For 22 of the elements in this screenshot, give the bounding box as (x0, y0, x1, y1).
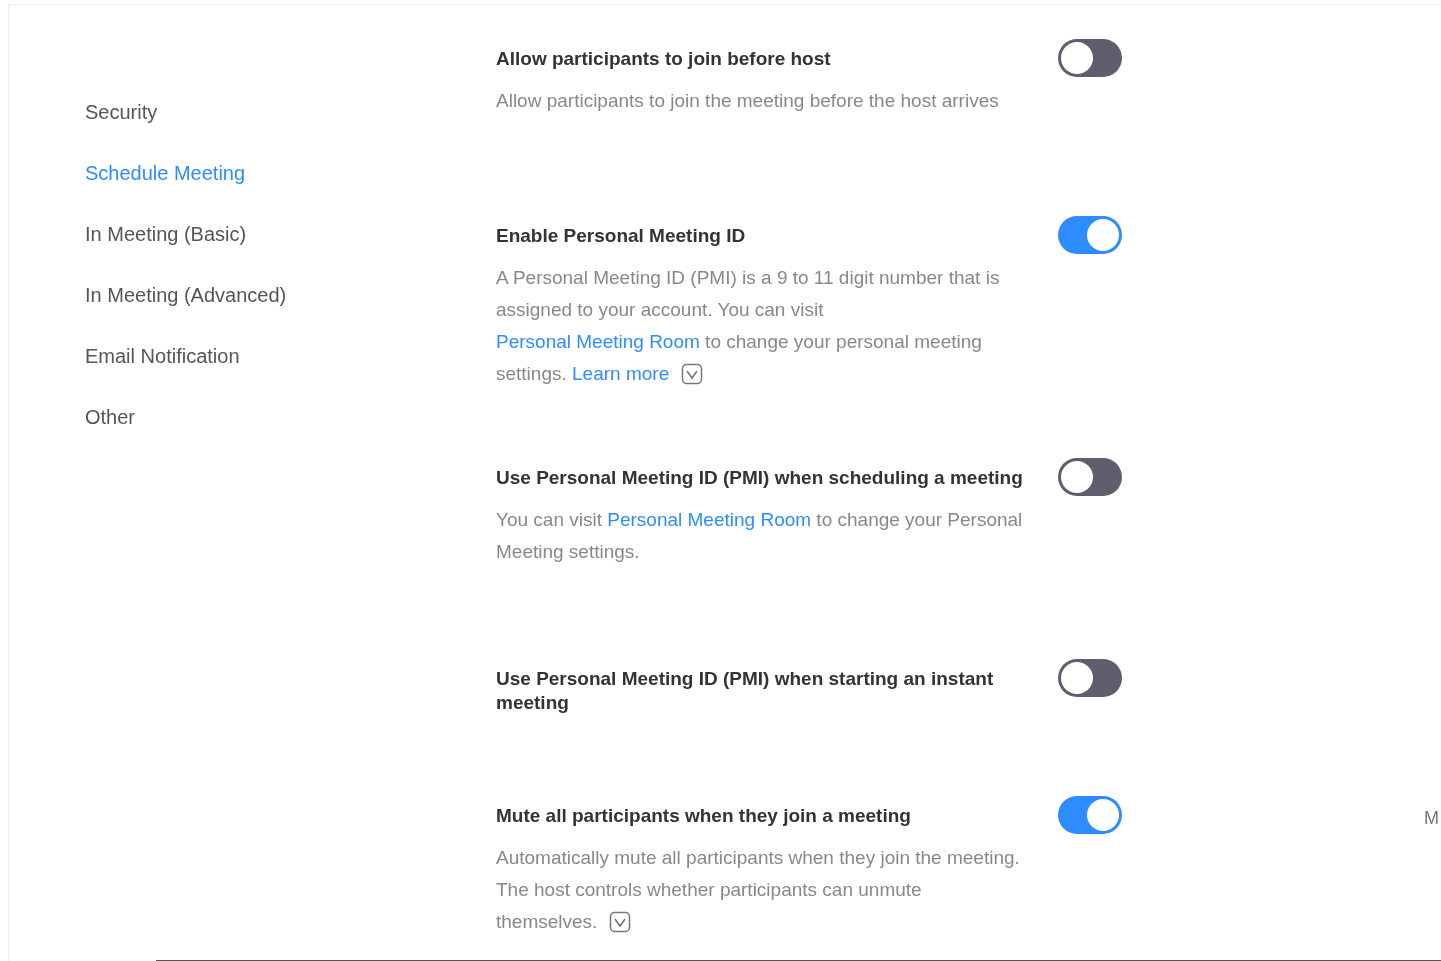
toggle-switch[interactable] (1058, 458, 1122, 496)
setting-title: Allow participants to join before host (496, 47, 831, 71)
setting-description: You can visit Personal Meeting Room to change your Personal Meeting settings. (496, 508, 1024, 564)
setting-description: Allow participants to join the meeting before the host arrives (496, 89, 999, 113)
cut-off-label: M (1424, 808, 1439, 829)
toggle-switch[interactable] (1058, 659, 1122, 697)
setting-title: Use Personal Meeting ID (PMI) when scheduling a meeting (496, 466, 1023, 490)
sidebar-item[interactable]: Security (85, 101, 496, 162)
sidebar-item[interactable]: In Meeting (Basic) (85, 223, 496, 284)
toggle-switch[interactable] (1058, 796, 1122, 834)
sidebar-item[interactable]: Other (85, 406, 496, 467)
setting-title: Enable Personal Meeting ID (496, 224, 746, 248)
setting-title: Use Personal Meeting ID (PMI) when starting an instant meeting (496, 667, 995, 715)
toggle-switch[interactable] (1058, 216, 1122, 254)
setting-description: A Personal Meeting ID (PMI) is a 9 to 11 digit number that is assigned to your account. You can visit Personal Meeting Room to change your personal meeting settings. Learn more (496, 266, 1001, 387)
setting-description: Automatically mute all participants when they join the meeting. The host controls whether participants can unmute themselves. (496, 846, 1021, 935)
checkmark-box-icon[interactable] (681, 363, 704, 385)
sidebar-item[interactable]: In Meeting (Advanced) (85, 284, 496, 345)
checkmark-box-icon[interactable] (609, 911, 632, 933)
setting-title: Mute all participants when they join a meeting (496, 804, 911, 828)
sidebar-item[interactable]: Email Notification (85, 345, 496, 406)
toggle-switch[interactable] (1058, 39, 1122, 77)
